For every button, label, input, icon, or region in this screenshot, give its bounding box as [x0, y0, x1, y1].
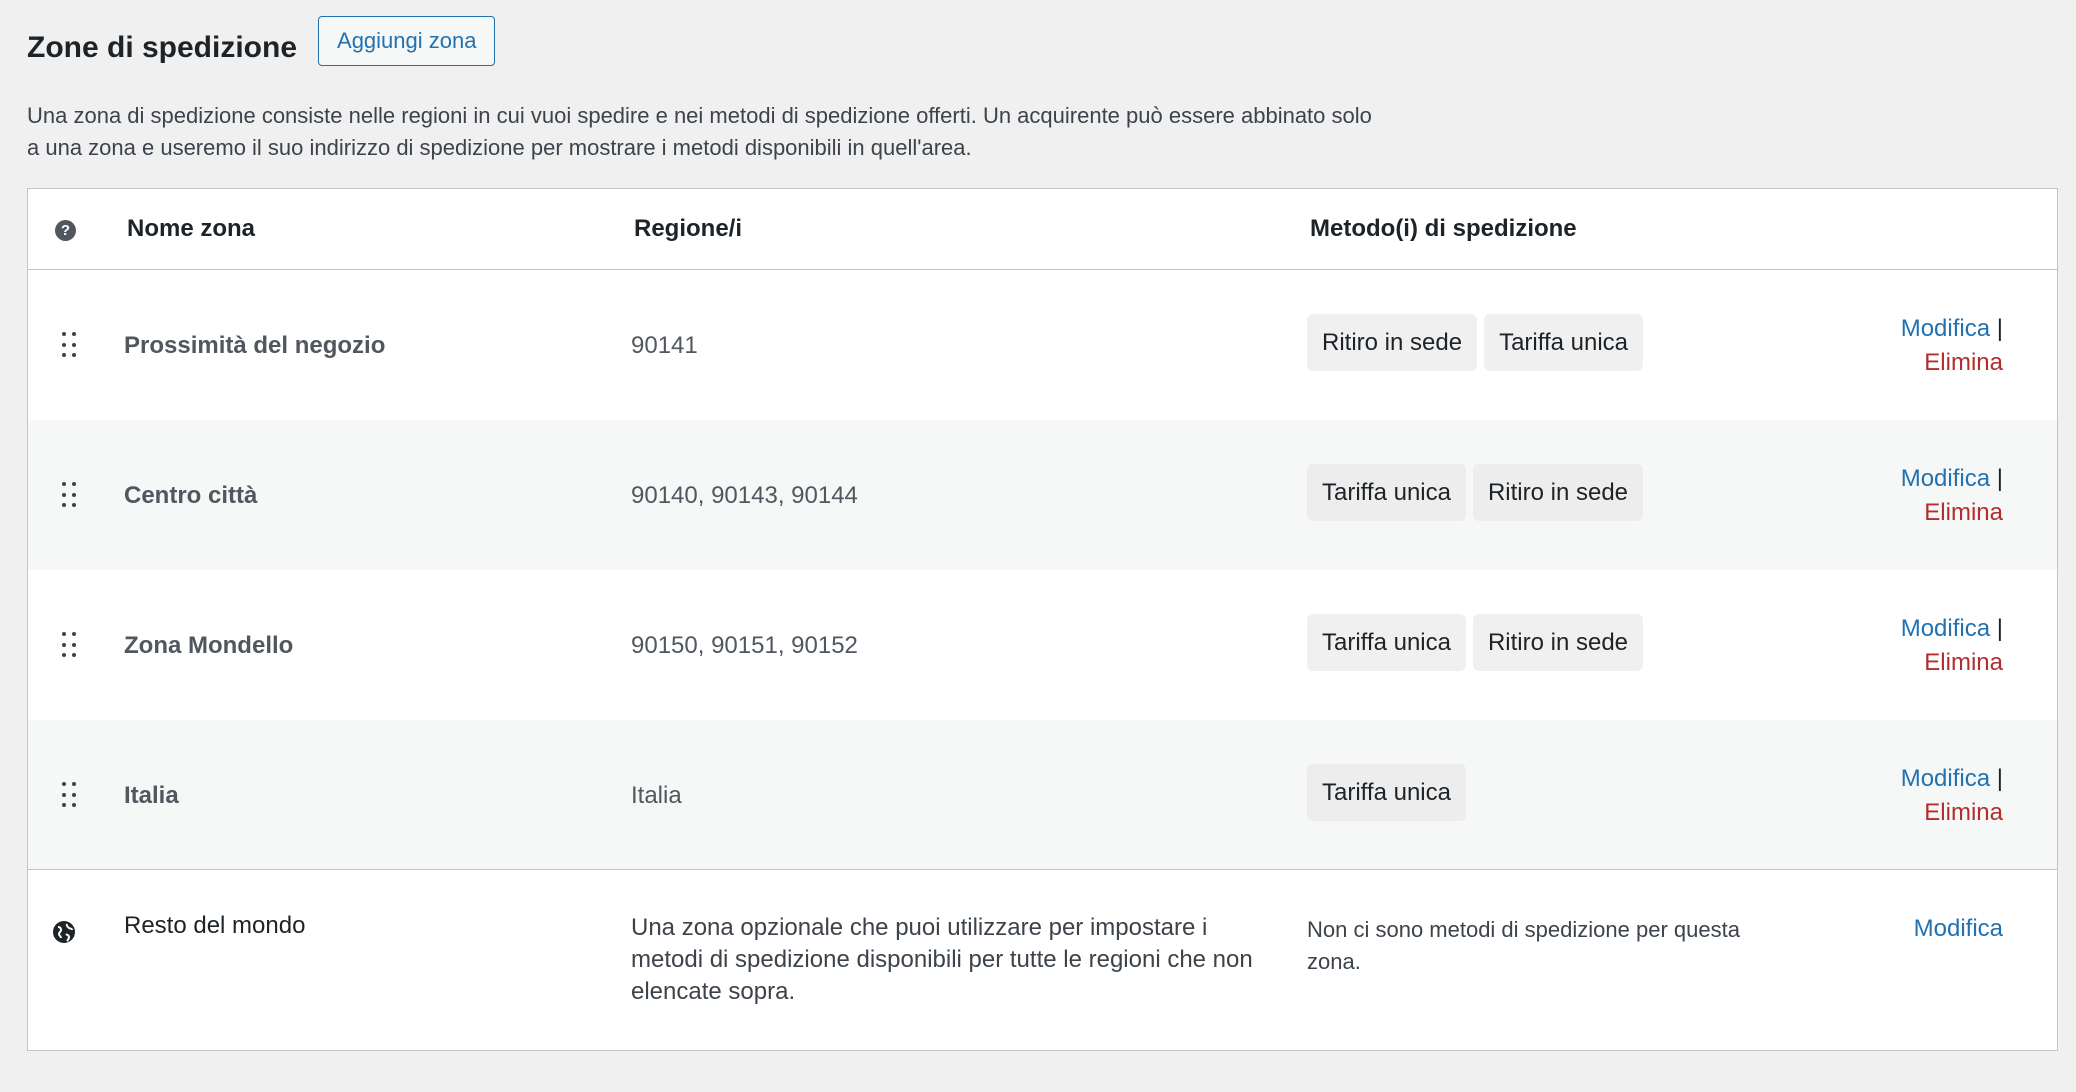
- page-description: Una zona di spedizione consiste nelle re…: [27, 103, 1372, 160]
- zone-name: Resto del mondo: [124, 912, 306, 939]
- zone-name: Prossimità del negozio: [124, 332, 386, 359]
- action-separator: |: [1996, 315, 2003, 342]
- row-actions: Modifica | Elimina: [1901, 462, 2003, 530]
- edit-link[interactable]: Modifica: [1914, 915, 2003, 942]
- delete-link[interactable]: Elimina: [1901, 346, 2003, 380]
- shipping-method-badge: Ritiro in sede: [1472, 614, 1644, 671]
- page-title: Zone di spedizione: [27, 31, 298, 64]
- add-zone-button[interactable]: Aggiungi zona: [318, 16, 496, 66]
- column-header-methods: Metodo(i) di spedizione: [1310, 214, 1577, 242]
- drag-handle-icon[interactable]: [62, 632, 76, 658]
- table-row: Prossimità del negozio 90141 Ritiro in sed…: [28, 270, 2057, 420]
- table-header: ? Nome zona Regione/i Metodo(i) di spedi…: [28, 189, 2057, 270]
- row-actions: Modifica: [1914, 912, 2003, 946]
- shipping-zones-page: Zone di spedizione Aggiungi zona Una zon…: [0, 0, 2076, 1092]
- delete-link[interactable]: Elimina: [1901, 796, 2003, 830]
- globe-icon: [53, 921, 75, 943]
- zone-name: Centro città: [124, 482, 258, 509]
- rest-of-world-row: Resto del mondo Una zona opzionale che p…: [28, 870, 2057, 1050]
- page-header: Zone di spedizione Aggiungi zona: [27, 16, 496, 66]
- zone-regions: 90150, 90151, 90152: [631, 632, 858, 659]
- edit-link[interactable]: Modifica: [1901, 765, 1990, 792]
- action-separator: |: [1996, 765, 2003, 792]
- shipping-method-badge: Tariffa unica: [1307, 614, 1466, 671]
- column-header-name: Nome zona: [127, 214, 256, 242]
- table-row: Italia Italia Tariffa unica Modifica | Elimi…: [28, 720, 2057, 870]
- shipping-methods: Tariffa unica: [1307, 764, 1466, 821]
- zone-name: Zona Mondello: [124, 632, 294, 659]
- shipping-methods: Tariffa unica Ritiro in sede: [1307, 464, 1644, 521]
- delete-link[interactable]: Elimina: [1901, 646, 2003, 680]
- table-row: Zona Mondello 90150, 90151, 90152 Tariffa …: [28, 570, 2057, 720]
- shipping-method-badge: Tariffa unica: [1484, 314, 1644, 371]
- zones-list: Prossimità del negozio 90141 Ritiro in sed…: [28, 270, 2057, 870]
- row-actions: Modifica | Elimina: [1901, 612, 2003, 680]
- edit-link[interactable]: Modifica: [1901, 465, 1990, 492]
- action-separator: |: [1996, 465, 2003, 492]
- zone-name: Italia: [124, 782, 179, 809]
- edit-link[interactable]: Modifica: [1901, 315, 1990, 342]
- zone-regions: Italia: [631, 782, 682, 809]
- table-row: Centro città 90140, 90143, 90144 Tariffa u…: [28, 420, 2057, 570]
- rest-of-world-description: Una zona opzionale che puoi utilizzare p…: [631, 914, 1253, 1005]
- drag-handle-icon[interactable]: [62, 482, 76, 508]
- row-actions: Modifica | Elimina: [1901, 762, 2003, 830]
- shipping-methods: Tariffa unica Ritiro in sede: [1307, 614, 1644, 671]
- zone-regions: 90141: [631, 332, 698, 359]
- shipping-method-badge: Ritiro in sede: [1472, 464, 1644, 521]
- question-icon[interactable]: ?: [55, 220, 76, 241]
- shipping-method-badge: Ritiro in sede: [1307, 314, 1478, 371]
- drag-handle-icon[interactable]: [62, 782, 76, 808]
- shipping-method-badge: Tariffa unica: [1307, 464, 1466, 521]
- delete-link[interactable]: Elimina: [1901, 496, 2003, 530]
- drag-handle-icon[interactable]: [62, 332, 76, 358]
- row-actions: Modifica | Elimina: [1901, 312, 2003, 380]
- edit-link[interactable]: Modifica: [1901, 615, 1990, 642]
- no-methods-text: Non ci sono metodi di spedizione per que…: [1307, 917, 1740, 974]
- shipping-method-badge: Tariffa unica: [1307, 764, 1466, 821]
- zone-regions: 90140, 90143, 90144: [631, 482, 858, 509]
- shipping-methods: Ritiro in sede Tariffa unica: [1307, 314, 1644, 371]
- action-separator: |: [1996, 615, 2003, 642]
- shipping-zones-table: ? Nome zona Regione/i Metodo(i) di spedi…: [27, 188, 2058, 1051]
- column-header-regions: Regione/i: [634, 214, 743, 242]
